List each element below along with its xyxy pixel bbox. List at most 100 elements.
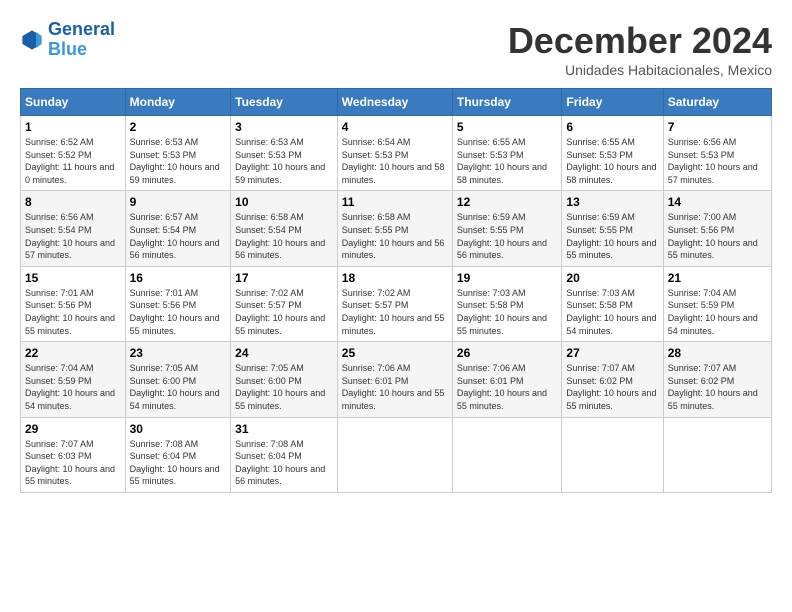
day-number: 31 xyxy=(235,422,333,436)
calendar-cell xyxy=(562,417,663,492)
calendar-week-row: 1Sunrise: 6:52 AMSunset: 5:52 PMDaylight… xyxy=(21,116,772,191)
day-info: Sunrise: 7:03 AMSunset: 5:58 PMDaylight:… xyxy=(457,287,557,337)
day-info: Sunrise: 6:59 AMSunset: 5:55 PMDaylight:… xyxy=(566,211,658,261)
day-header-sunday: Sunday xyxy=(21,89,126,116)
day-info: Sunrise: 7:02 AMSunset: 5:57 PMDaylight:… xyxy=(342,287,448,337)
month-title: December 2024 xyxy=(508,20,772,62)
day-number: 13 xyxy=(566,195,658,209)
day-number: 27 xyxy=(566,346,658,360)
calendar-body: 1Sunrise: 6:52 AMSunset: 5:52 PMDaylight… xyxy=(21,116,772,493)
calendar-cell: 4 Sunrise: 6:54 AMSunset: 5:53 PMDaylight… xyxy=(337,116,452,191)
day-number: 20 xyxy=(566,271,658,285)
day-info: Sunrise: 6:52 AMSunset: 5:52 PMDaylight:… xyxy=(25,136,121,186)
day-info: Sunrise: 6:55 AMSunset: 5:53 PMDaylight:… xyxy=(566,136,658,186)
logo: General Blue xyxy=(20,20,115,60)
day-number: 21 xyxy=(668,271,767,285)
day-header-friday: Friday xyxy=(562,89,663,116)
day-info: Sunrise: 7:06 AMSunset: 6:01 PMDaylight:… xyxy=(342,362,448,412)
day-info: Sunrise: 6:57 AMSunset: 5:54 PMDaylight:… xyxy=(130,211,227,261)
calendar-cell: 13 Sunrise: 6:59 AMSunset: 5:55 PMDayligh… xyxy=(562,191,663,266)
day-number: 12 xyxy=(457,195,557,209)
day-number: 5 xyxy=(457,120,557,134)
calendar-table: SundayMondayTuesdayWednesdayThursdayFrid… xyxy=(20,88,772,493)
logo-text: General Blue xyxy=(48,20,115,60)
calendar-cell xyxy=(337,417,452,492)
calendar-cell: 31Sunrise: 7:08 AMSunset: 6:04 PMDayligh… xyxy=(231,417,338,492)
calendar-cell: 24 Sunrise: 7:05 AMSunset: 6:00 PMDayligh… xyxy=(231,342,338,417)
calendar-cell: 21 Sunrise: 7:04 AMSunset: 5:59 PMDayligh… xyxy=(663,266,771,341)
day-info: Sunrise: 6:54 AMSunset: 5:53 PMDaylight:… xyxy=(342,136,448,186)
day-info: Sunrise: 7:01 AMSunset: 5:56 PMDaylight:… xyxy=(130,287,227,337)
day-info: Sunrise: 7:00 AMSunset: 5:56 PMDaylight:… xyxy=(668,211,767,261)
day-number: 3 xyxy=(235,120,333,134)
calendar-cell: 19Sunrise: 7:03 AMSunset: 5:58 PMDayligh… xyxy=(452,266,561,341)
day-number: 17 xyxy=(235,271,333,285)
day-header-saturday: Saturday xyxy=(663,89,771,116)
day-info: Sunrise: 7:04 AMSunset: 5:59 PMDaylight:… xyxy=(668,287,767,337)
day-header-tuesday: Tuesday xyxy=(231,89,338,116)
calendar-cell xyxy=(663,417,771,492)
day-number: 29 xyxy=(25,422,121,436)
day-info: Sunrise: 7:07 AMSunset: 6:03 PMDaylight:… xyxy=(25,438,121,488)
calendar-week-row: 15 Sunrise: 7:01 AMSunset: 5:56 PMDayligh… xyxy=(21,266,772,341)
calendar-cell: 2 Sunrise: 6:53 AMSunset: 5:53 PMDaylight… xyxy=(125,116,231,191)
day-number: 28 xyxy=(668,346,767,360)
calendar-cell: 17Sunrise: 7:02 AMSunset: 5:57 PMDayligh… xyxy=(231,266,338,341)
day-info: Sunrise: 6:58 AMSunset: 5:55 PMDaylight:… xyxy=(342,211,448,261)
day-number: 22 xyxy=(25,346,121,360)
day-header-wednesday: Wednesday xyxy=(337,89,452,116)
day-info: Sunrise: 7:07 AMSunset: 6:02 PMDaylight:… xyxy=(566,362,658,412)
day-info: Sunrise: 7:03 AMSunset: 5:58 PMDaylight:… xyxy=(566,287,658,337)
calendar-cell: 14Sunrise: 7:00 AMSunset: 5:56 PMDayligh… xyxy=(663,191,771,266)
calendar-cell: 30Sunrise: 7:08 AMSunset: 6:04 PMDayligh… xyxy=(125,417,231,492)
day-info: Sunrise: 6:55 AMSunset: 5:53 PMDaylight:… xyxy=(457,136,557,186)
calendar-cell: 7 Sunrise: 6:56 AMSunset: 5:53 PMDaylight… xyxy=(663,116,771,191)
day-number: 7 xyxy=(668,120,767,134)
day-number: 18 xyxy=(342,271,448,285)
day-info: Sunrise: 7:08 AMSunset: 6:04 PMDaylight:… xyxy=(130,438,227,488)
day-info: Sunrise: 6:53 AMSunset: 5:53 PMDaylight:… xyxy=(235,136,333,186)
calendar-cell: 3 Sunrise: 6:53 AMSunset: 5:53 PMDaylight… xyxy=(231,116,338,191)
calendar-cell: 22Sunrise: 7:04 AMSunset: 5:59 PMDayligh… xyxy=(21,342,126,417)
day-number: 11 xyxy=(342,195,448,209)
day-info: Sunrise: 7:05 AMSunset: 6:00 PMDaylight:… xyxy=(235,362,333,412)
calendar-cell: 1Sunrise: 6:52 AMSunset: 5:52 PMDaylight… xyxy=(21,116,126,191)
day-number: 16 xyxy=(130,271,227,285)
calendar-cell: 11 Sunrise: 6:58 AMSunset: 5:55 PMDayligh… xyxy=(337,191,452,266)
calendar-cell: 9 Sunrise: 6:57 AMSunset: 5:54 PMDaylight… xyxy=(125,191,231,266)
day-number: 15 xyxy=(25,271,121,285)
day-number: 4 xyxy=(342,120,448,134)
day-number: 23 xyxy=(130,346,227,360)
day-info: Sunrise: 7:07 AMSunset: 6:02 PMDaylight:… xyxy=(668,362,767,412)
calendar-cell: 8Sunrise: 6:56 AMSunset: 5:54 PMDaylight… xyxy=(21,191,126,266)
calendar-cell: 18 Sunrise: 7:02 AMSunset: 5:57 PMDayligh… xyxy=(337,266,452,341)
calendar-cell: 29 Sunrise: 7:07 AMSunset: 6:03 PMDayligh… xyxy=(21,417,126,492)
header-area: General Blue December 2024 Unidades Habi… xyxy=(20,20,772,78)
calendar-cell: 5 Sunrise: 6:55 AMSunset: 5:53 PMDaylight… xyxy=(452,116,561,191)
calendar-cell: 20 Sunrise: 7:03 AMSunset: 5:58 PMDayligh… xyxy=(562,266,663,341)
day-number: 10 xyxy=(235,195,333,209)
day-info: Sunrise: 6:59 AMSunset: 5:55 PMDaylight:… xyxy=(457,211,557,261)
calendar-cell: 12 Sunrise: 6:59 AMSunset: 5:55 PMDayligh… xyxy=(452,191,561,266)
logo-icon xyxy=(20,28,44,52)
calendar-week-row: 8Sunrise: 6:56 AMSunset: 5:54 PMDaylight… xyxy=(21,191,772,266)
day-number: 2 xyxy=(130,120,227,134)
calendar-cell: 6 Sunrise: 6:55 AMSunset: 5:53 PMDaylight… xyxy=(562,116,663,191)
day-header-monday: Monday xyxy=(125,89,231,116)
day-number: 25 xyxy=(342,346,448,360)
day-header-thursday: Thursday xyxy=(452,89,561,116)
day-number: 24 xyxy=(235,346,333,360)
day-info: Sunrise: 7:01 AMSunset: 5:56 PMDaylight:… xyxy=(25,287,121,337)
day-info: Sunrise: 6:53 AMSunset: 5:53 PMDaylight:… xyxy=(130,136,227,186)
day-number: 8 xyxy=(25,195,121,209)
calendar-cell: 27 Sunrise: 7:07 AMSunset: 6:02 PMDayligh… xyxy=(562,342,663,417)
calendar-week-row: 29 Sunrise: 7:07 AMSunset: 6:03 PMDayligh… xyxy=(21,417,772,492)
calendar-cell: 26Sunrise: 7:06 AMSunset: 6:01 PMDayligh… xyxy=(452,342,561,417)
calendar-cell xyxy=(452,417,561,492)
title-area: December 2024 Unidades Habitacionales, M… xyxy=(508,20,772,78)
day-number: 9 xyxy=(130,195,227,209)
day-number: 6 xyxy=(566,120,658,134)
calendar-week-row: 22Sunrise: 7:04 AMSunset: 5:59 PMDayligh… xyxy=(21,342,772,417)
day-info: Sunrise: 6:56 AMSunset: 5:53 PMDaylight:… xyxy=(668,136,767,186)
day-info: Sunrise: 7:05 AMSunset: 6:00 PMDaylight:… xyxy=(130,362,227,412)
